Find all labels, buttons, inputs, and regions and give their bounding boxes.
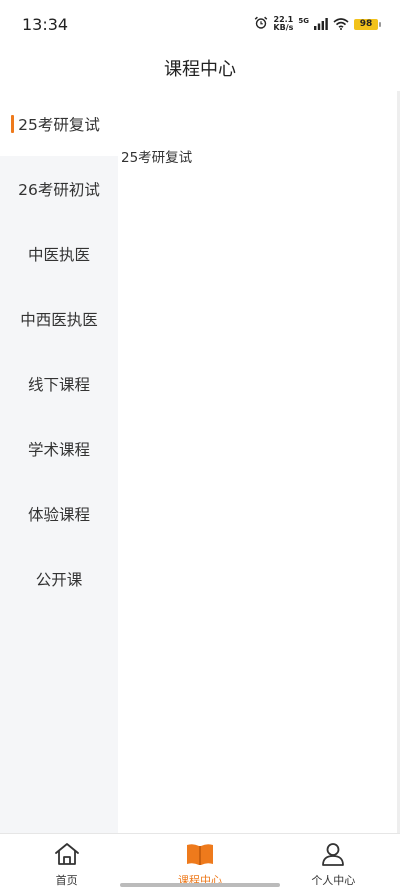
sidebar-item-offline-courses[interactable]: 线下课程 <box>0 351 118 416</box>
status-icons: 22.1 KB/s 5G 98 <box>254 15 381 34</box>
sidebar-item-label: 26考研初试 <box>18 180 100 199</box>
sidebar-item-label: 线下课程 <box>27 375 90 394</box>
sidebar-item-label: 公开课 <box>35 570 83 589</box>
alarm-icon <box>254 15 268 34</box>
sidebar-item-label: 中医执医 <box>27 245 90 264</box>
book-icon <box>186 842 214 870</box>
sidebar-item-academic-courses[interactable]: 学术课程 <box>0 416 118 481</box>
battery-icon: 98 <box>354 18 381 30</box>
sidebar-item-public-courses[interactable]: 公开课 <box>0 546 118 611</box>
page-title: 课程中心 <box>164 59 236 80</box>
status-bar: 13:34 22.1 KB/s 5G 98 <box>0 0 400 48</box>
user-icon <box>321 842 345 870</box>
status-time: 13:34 <box>22 14 69 34</box>
sidebar-item-26-initial[interactable]: 26考研初试 <box>0 156 118 221</box>
signal-icon <box>314 15 328 34</box>
tab-course-center[interactable]: 课程中心 <box>133 834 266 890</box>
sidebar-item-label: 体验课程 <box>27 505 90 524</box>
sidebar-item-25-retest[interactable]: 25考研复试 <box>0 91 118 156</box>
sidebar-item-integrated-license[interactable]: 中西医执医 <box>0 286 118 351</box>
network-type: 5G <box>298 16 309 25</box>
header: 课程中心 <box>0 48 400 88</box>
speed-unit: KB/s <box>273 23 294 32</box>
network-speed: 22.1 KB/s <box>273 16 293 32</box>
tab-profile[interactable]: 个人中心 <box>267 834 400 890</box>
section-title: 25考研复试 <box>121 150 193 166</box>
wifi-icon <box>333 15 349 34</box>
course-content: 25考研复试 <box>118 91 400 833</box>
category-sidebar: 25考研复试 26考研初试 中医执医 中西医执医 线下课程 学术课程 体验课程 … <box>0 91 118 833</box>
bottom-tabbar: 首页 课程中心 个人中心 <box>0 833 400 890</box>
home-indicator[interactable] <box>120 883 280 887</box>
sidebar-item-label: 中西医执医 <box>20 310 98 329</box>
tab-label: 个人中心 <box>311 874 356 887</box>
tab-home[interactable]: 首页 <box>0 834 133 890</box>
sidebar-item-trial-courses[interactable]: 体验课程 <box>0 481 118 546</box>
tab-label: 首页 <box>55 874 78 887</box>
sidebar-item-tcm-license[interactable]: 中医执医 <box>0 221 118 286</box>
sidebar-item-label: 25考研复试 <box>18 115 100 134</box>
sidebar-item-label: 学术课程 <box>27 440 90 459</box>
home-icon <box>54 842 80 870</box>
